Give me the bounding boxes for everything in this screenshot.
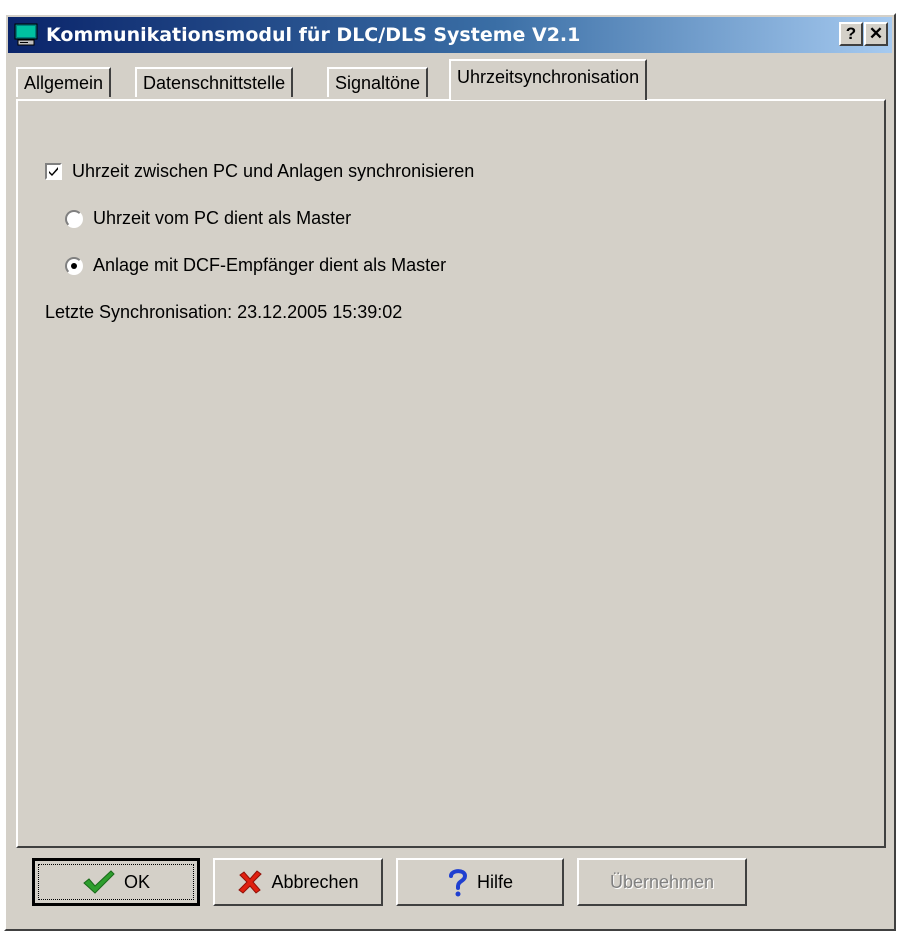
last-sync-text: Letzte Synchronisation: 23.12.2005 15:39… [45, 302, 403, 322]
ok-button[interactable]: OK [32, 858, 200, 906]
help-title-button[interactable]: ? [839, 22, 863, 46]
cancel-button[interactable]: Abbrechen [213, 858, 383, 906]
sync-checkbox-row[interactable]: Uhrzeit zwischen PC und Anlagen synchron… [45, 161, 474, 182]
cancel-label: Abbrechen [271, 871, 359, 892]
dialog-window: Kommunikationsmodul für DLC/DLS Systeme … [4, 13, 896, 931]
radio-dcf-master-label: Anlage mit DCF-Empfänger dient als Maste… [93, 255, 447, 275]
tab-datenschnittstelle[interactable]: Datenschnittstelle [135, 67, 294, 97]
window-title: Kommunikationsmodul für DLC/DLS Systeme … [46, 24, 581, 46]
computer-icon [14, 23, 38, 47]
focus-rect [38, 864, 194, 900]
apply-button[interactable]: Übernehmen [577, 858, 747, 906]
tab-panel: Uhrzeit zwischen PC und Anlagen synchron… [16, 99, 886, 848]
help-button[interactable]: Hilfe [396, 858, 564, 906]
red-x-icon [238, 870, 263, 894]
sync-checkbox[interactable] [45, 163, 62, 180]
question-mark-icon [448, 869, 467, 897]
radio-pc-master[interactable] [65, 209, 83, 228]
tab-allgemein[interactable]: Allgemein [16, 67, 112, 97]
sync-checkbox-label: Uhrzeit zwischen PC und Anlagen synchron… [72, 161, 475, 181]
title-bar[interactable]: Kommunikationsmodul für DLC/DLS Systeme … [8, 17, 892, 53]
tab-uhrzeitsynchronisation[interactable]: Uhrzeitsynchronisation [449, 59, 648, 100]
apply-label: Übernehmen [609, 871, 715, 892]
tab-signaltoene[interactable]: Signaltöne [327, 67, 429, 97]
radio-pc-master-row[interactable]: Uhrzeit vom PC dient als Master [65, 208, 351, 229]
radio-dcf-master-row[interactable]: Anlage mit DCF-Empfänger dient als Maste… [65, 255, 446, 276]
help-label: Hilfe [476, 871, 513, 892]
radio-dcf-master[interactable] [65, 256, 83, 275]
close-button[interactable]: ✕ [864, 22, 888, 46]
radio-pc-master-label: Uhrzeit vom PC dient als Master [93, 208, 352, 228]
